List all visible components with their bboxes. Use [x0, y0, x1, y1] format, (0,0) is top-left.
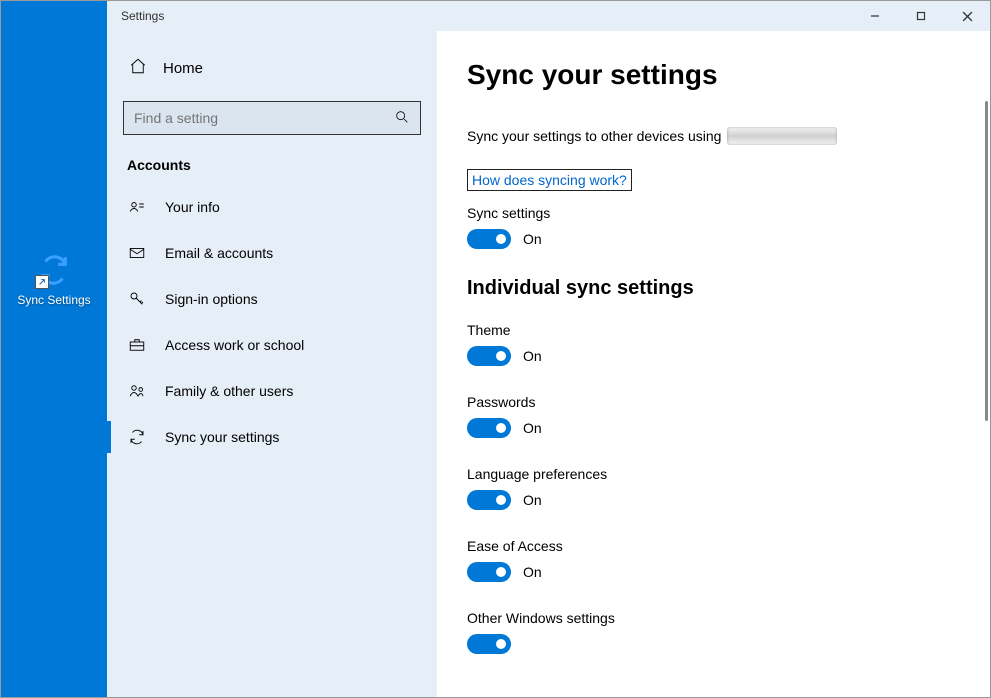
sidebar-item-label: Sign-in options — [165, 291, 258, 307]
home-icon — [129, 57, 147, 79]
toggle-state: On — [523, 564, 542, 580]
sidebar-item-work-school[interactable]: Access work or school — [123, 323, 421, 367]
search-input[interactable] — [134, 110, 394, 126]
desktop-shortcut-label: Sync Settings — [17, 293, 90, 307]
sidebar-item-label: Your info — [165, 199, 220, 215]
section-individual-sync: Individual sync settings — [467, 277, 960, 300]
window-title: Settings — [121, 9, 164, 23]
sidebar-item-label: Access work or school — [165, 337, 304, 353]
other-windows-toggle[interactable] — [467, 634, 511, 654]
desktop-background: Sync Settings — [1, 1, 107, 697]
sync-description: Sync your settings to other devices usin… — [467, 127, 960, 145]
sidebar-item-sync-settings[interactable]: Sync your settings — [123, 415, 421, 459]
ease-of-access-toggle[interactable] — [467, 562, 511, 582]
sidebar-item-signin-options[interactable]: Sign-in options — [123, 277, 421, 321]
sync-settings-toggle[interactable] — [467, 229, 511, 249]
sidebar-item-label: Family & other users — [165, 383, 293, 399]
sidebar: Home Accounts Your info Email & acco — [107, 31, 437, 697]
toggle-label-theme: Theme — [467, 322, 960, 338]
person-card-icon — [127, 197, 147, 217]
toggle-state: On — [523, 420, 542, 436]
sidebar-item-family-users[interactable]: Family & other users — [123, 369, 421, 413]
how-syncing-works-link[interactable]: How does syncing work? — [467, 169, 632, 191]
settings-window: Settings Home — [107, 1, 990, 697]
maximize-icon — [916, 11, 926, 21]
sync-icon — [127, 427, 147, 447]
minimize-icon — [870, 11, 880, 21]
sync-settings-label: Sync settings — [467, 205, 960, 221]
toggle-label-ease-of-access: Ease of Access — [467, 538, 960, 554]
scrollbar[interactable] — [985, 101, 988, 421]
toggle-label-language: Language preferences — [467, 466, 960, 482]
mail-icon — [127, 243, 147, 263]
home-button[interactable]: Home — [127, 51, 421, 85]
people-icon — [127, 381, 147, 401]
sidebar-category: Accounts — [127, 157, 421, 173]
search-icon — [394, 109, 410, 128]
sidebar-item-your-info[interactable]: Your info — [123, 185, 421, 229]
maximize-button[interactable] — [898, 1, 944, 31]
sidebar-item-label: Email & accounts — [165, 245, 273, 261]
shortcut-overlay-icon — [35, 275, 49, 289]
toggle-state: On — [523, 231, 542, 247]
sidebar-item-email-accounts[interactable]: Email & accounts — [123, 231, 421, 275]
passwords-toggle[interactable] — [467, 418, 511, 438]
sidebar-item-label: Sync your settings — [165, 429, 279, 445]
minimize-button[interactable] — [852, 1, 898, 31]
desktop-shortcut-sync-settings[interactable] — [37, 253, 71, 287]
home-label: Home — [163, 60, 203, 77]
briefcase-icon — [127, 335, 147, 355]
toggle-state: On — [523, 492, 542, 508]
titlebar: Settings — [107, 1, 990, 31]
key-icon — [127, 289, 147, 309]
theme-toggle[interactable] — [467, 346, 511, 366]
account-name-redacted — [727, 127, 837, 145]
page-title: Sync your settings — [467, 59, 960, 91]
language-toggle[interactable] — [467, 490, 511, 510]
toggle-state: On — [523, 348, 542, 364]
toggle-label-passwords: Passwords — [467, 394, 960, 410]
close-button[interactable] — [944, 1, 990, 31]
close-icon — [962, 11, 973, 22]
content-area: Sync your settings Sync your settings to… — [437, 31, 990, 697]
search-box[interactable] — [123, 101, 421, 135]
toggle-label-other-windows: Other Windows settings — [467, 610, 960, 626]
